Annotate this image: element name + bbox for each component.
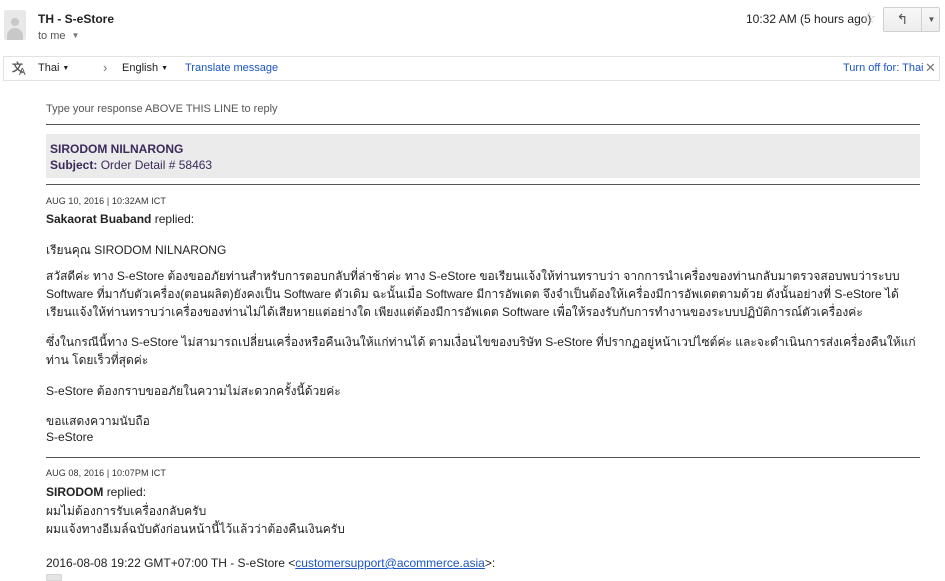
turn-off-translation-link[interactable]: Turn off for: Thai (843, 62, 924, 74)
greeting: เรียนคุณ SIRODOM NILNARONG (46, 243, 227, 257)
reply-action: replied: (154, 212, 195, 226)
reply-author-line: SIRODOM replied: (46, 485, 146, 499)
quoted-header-prefix: 2016-08-08 19:22 GMT+07:00 TH - S-eStore… (46, 556, 296, 570)
quoted-header-suffix: >: (484, 556, 496, 570)
close-icon[interactable]: ✕ (925, 60, 936, 76)
translate-icon: 文A (12, 62, 26, 78)
target-language-dropdown[interactable]: English ▼ (122, 62, 168, 74)
reply-button-group: ↰ ▼ (883, 7, 940, 32)
reply-author: SIRODOM (46, 485, 104, 499)
chevron-down-icon: ▼ (62, 65, 70, 72)
closing-line: ขอแสดงความนับถือ (46, 414, 150, 428)
sender-name[interactable]: TH - S-eStore (38, 12, 114, 26)
reply-action: replied: (106, 485, 147, 499)
reply-arrow-icon: ↰ (896, 11, 909, 27)
reply-meta: AUG 08, 2016 | 10:07PM ICT (46, 468, 166, 478)
star-icon[interactable]: ☆ (862, 8, 876, 28)
reply-meta: AUG 10, 2016 | 10:32AM ICT (46, 196, 166, 206)
body-paragraph: S-eStore ต้องกราบขออภัยในความไม่สะดวกครั… (46, 384, 341, 398)
quoted-header: 2016-08-08 19:22 GMT+07:00 TH - S-eStore… (46, 556, 495, 570)
body-paragraph: ซึ่งในกรณีนี้ทาง S-eStore ไม่สามารถเปลี่… (46, 335, 916, 367)
chevron-down-icon: ▼ (927, 15, 936, 24)
body-paragraph: สวัสดีค่ะ ทาง S-eStore ต้องขออภัยท่านสำห… (46, 269, 900, 319)
ticket-customer-name: SIRODOM NILNARONG (50, 142, 184, 156)
sender-avatar (4, 10, 26, 40)
chevron-right-icon: › (103, 60, 108, 75)
message-timestamp: 10:32 AM (5 hours ago) (746, 12, 872, 26)
reply-author-line: Sakaorat Buaband replied: (46, 212, 194, 226)
recipient-line[interactable]: to me ▼ (38, 30, 79, 42)
ticket-subject: Subject: Order Detail # 58463 (50, 157, 916, 174)
customer-support-email-link[interactable]: customersupport@acommerce.asia (295, 556, 485, 570)
chevron-down-icon: ▼ (161, 65, 169, 72)
signature: S-eStore (46, 430, 94, 444)
source-language-dropdown[interactable]: Thai ▼ (38, 62, 69, 74)
reply-hint: Type your response ABOVE THIS LINE to re… (46, 103, 278, 115)
translate-bar: 文A Thai ▼ › English ▼ Translate message Tu… (3, 56, 940, 81)
avatar-body (7, 28, 23, 40)
ticket-header-box: SIRODOM NILNARONG Subject: Order Detail … (46, 134, 920, 178)
body-line: ผมแจ้งทางอีเมล์ฉบับดังก่อนหน้านี้ไว้แล้ว… (46, 522, 345, 536)
divider (46, 184, 920, 185)
body-line: ผมไม่ต้องการรับเครื่องกลับครับ (46, 504, 207, 518)
recipient-text[interactable]: to me (38, 30, 66, 42)
subject-label: Subject: (50, 158, 98, 172)
reply-author: Sakaorat Buaband (46, 212, 152, 226)
translate-message-link[interactable]: Translate message (185, 62, 278, 74)
target-language-label: English (122, 62, 159, 74)
details-caret-icon[interactable]: ▼ (72, 31, 80, 40)
more-options-button[interactable]: ▼ (923, 8, 940, 31)
show-trimmed-content-button[interactable] (46, 574, 62, 581)
divider (46, 124, 920, 125)
message-header: TH - S-eStore to me ▼ 10:32 AM (5 hours a… (0, 0, 945, 54)
divider (46, 457, 920, 458)
avatar-head (11, 18, 19, 26)
subject-value: Order Detail # 58463 (100, 158, 213, 172)
source-language-label: Thai (38, 62, 60, 74)
reply-button[interactable]: ↰ (884, 8, 922, 31)
